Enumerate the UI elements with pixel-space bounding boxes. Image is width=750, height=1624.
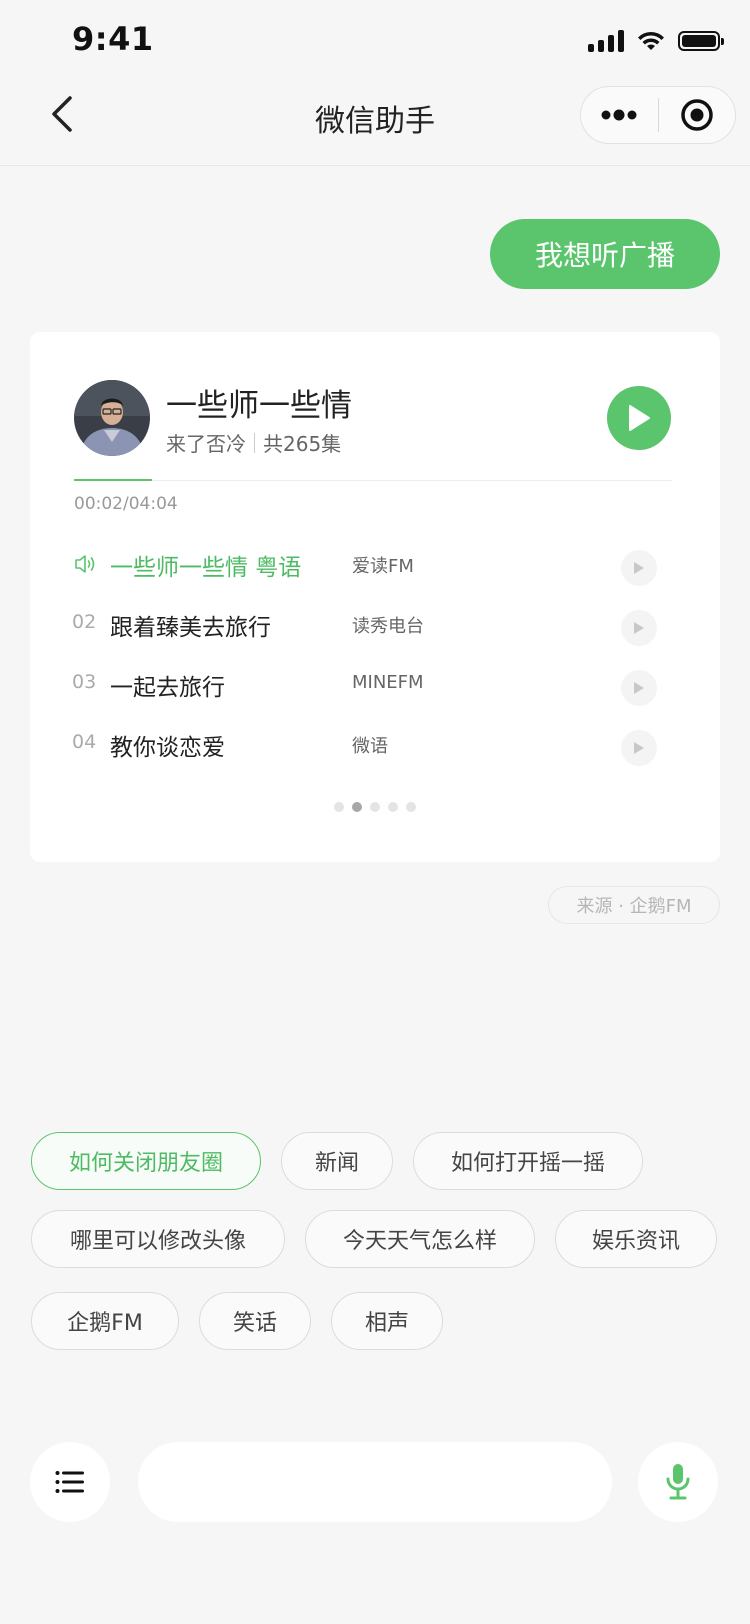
- play-icon: [634, 622, 644, 634]
- playback-time: 00:02/04:04: [74, 494, 178, 514]
- album-author: 来了否冷: [166, 432, 246, 456]
- message-input[interactable]: [138, 1442, 612, 1522]
- status-icons: [588, 28, 724, 54]
- track-source: 爱读FM: [352, 556, 414, 577]
- close-miniprogram-button[interactable]: [659, 87, 736, 143]
- progress-fill: [74, 479, 152, 481]
- album-title: 一些师一些情: [166, 388, 352, 424]
- album-play-button[interactable]: [607, 386, 671, 450]
- pager-dot: [406, 802, 416, 812]
- suggestion-chip[interactable]: 娱乐资讯: [555, 1210, 717, 1268]
- battery-icon: [678, 31, 724, 51]
- track-title: 跟着臻美去旅行: [110, 615, 271, 641]
- album-avatar[interactable]: [74, 380, 150, 456]
- microphone-icon: [666, 1464, 690, 1500]
- suggestion-chip[interactable]: 笑话: [199, 1292, 311, 1350]
- track-play-button[interactable]: [621, 730, 657, 766]
- pager-dots: [0, 802, 750, 812]
- suggestion-chip[interactable]: 如何关闭朋友圈: [31, 1132, 261, 1190]
- play-icon: [629, 405, 650, 431]
- track-item[interactable]: 04 教你谈恋爱 微语: [72, 724, 672, 766]
- track-play-button[interactable]: [621, 610, 657, 646]
- album-meta: 来了否冷 共265集: [166, 428, 341, 457]
- speaker-icon: [75, 555, 95, 573]
- track-source: MINEFM: [352, 672, 424, 693]
- play-icon: [634, 742, 644, 754]
- track-item[interactable]: 一些师一些情 粤语 爱读FM: [72, 544, 672, 586]
- track-title: 一起去旅行: [110, 675, 225, 701]
- track-play-button[interactable]: [621, 670, 657, 706]
- track-number: 02: [72, 611, 97, 633]
- user-message-bubble: 我想听广播: [490, 219, 720, 289]
- status-time: 9:41: [72, 20, 154, 58]
- cellular-signal-icon: [588, 30, 624, 52]
- pager-dot: [352, 802, 362, 812]
- track-item[interactable]: 03 一起去旅行 MINEFM: [72, 664, 672, 706]
- suggestion-chip[interactable]: 相声: [331, 1292, 443, 1350]
- track-play-button[interactable]: [621, 550, 657, 586]
- wifi-icon: [638, 31, 664, 50]
- target-circle-icon: [681, 99, 713, 131]
- list-menu-icon: [55, 1471, 84, 1493]
- pager-dot: [388, 802, 398, 812]
- suggestion-chip[interactable]: 今天天气怎么样: [305, 1210, 535, 1268]
- more-button[interactable]: [581, 87, 658, 143]
- voice-input-button[interactable]: [638, 1442, 718, 1522]
- nav-divider: [0, 165, 750, 166]
- album-episodes: 共265集: [263, 432, 342, 456]
- avatar-image: [74, 380, 150, 456]
- miniprogram-capsule: [580, 86, 736, 144]
- track-title: 教你谈恋爱: [110, 735, 225, 761]
- progress-track[interactable]: [74, 480, 672, 481]
- more-dots-icon: [601, 109, 637, 121]
- suggestion-chip[interactable]: 新闻: [281, 1132, 393, 1190]
- play-icon: [634, 682, 644, 694]
- meta-divider: [254, 432, 255, 453]
- track-source: 读秀电台: [352, 616, 424, 637]
- track-number: 03: [72, 671, 97, 693]
- pager-dot: [370, 802, 380, 812]
- track-source: 微语: [352, 736, 388, 757]
- track-number: 04: [72, 731, 97, 753]
- menu-button[interactable]: [30, 1442, 110, 1522]
- track-item[interactable]: 02 跟着臻美去旅行 读秀电台: [72, 604, 672, 646]
- suggestion-chip[interactable]: 企鹅FM: [31, 1292, 179, 1350]
- suggestion-chip[interactable]: 哪里可以修改头像: [31, 1210, 285, 1268]
- source-label: 来源 · 企鹅FM: [548, 886, 720, 924]
- suggestion-chip[interactable]: 如何打开摇一摇: [413, 1132, 643, 1190]
- track-title: 一些师一些情 粤语: [110, 555, 302, 581]
- play-icon: [634, 562, 644, 574]
- pager-dot: [334, 802, 344, 812]
